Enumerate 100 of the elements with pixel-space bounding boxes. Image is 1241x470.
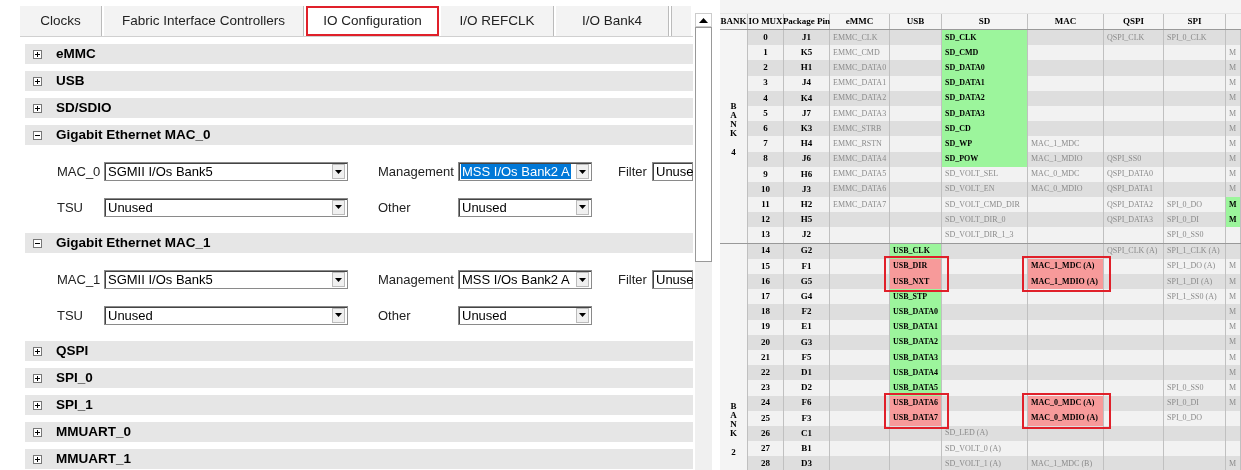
- mux-cell: 9: [748, 166, 784, 182]
- section-header[interactable]: QSPI: [25, 341, 693, 361]
- mux-cell: 25: [748, 410, 784, 426]
- table-cell-text: M: [1228, 92, 1238, 105]
- dropdown-field[interactable]: Unused: [104, 305, 348, 325]
- pin-cell: E1: [784, 319, 830, 335]
- tab[interactable]: I/O Bank4: [556, 6, 669, 36]
- pin-cell: F3: [784, 410, 830, 426]
- up-arrow-icon: [699, 17, 708, 23]
- bank-number: 2: [731, 445, 736, 459]
- mux-cell: 2: [748, 60, 784, 76]
- dropdown-field[interactable]: MSS I/Os Bank2 A: [458, 270, 592, 290]
- expand-icon: [33, 454, 42, 464]
- table-cell: SD_DATA0: [942, 60, 1027, 76]
- dropdown-field[interactable]: SGMII I/Os Bank5: [104, 270, 348, 290]
- dropdown-field[interactable]: SGMII I/Os Bank5: [104, 162, 348, 182]
- table-cell-text: M: [1228, 46, 1238, 59]
- collapse-icon: [33, 130, 42, 140]
- table-cell-text: MAC_1_MDIO: [1030, 153, 1084, 166]
- field-label: Management: [378, 271, 455, 289]
- dropdown-field[interactable]: MSS I/Os Bank2 A: [458, 162, 592, 182]
- pin-cell: H6: [784, 166, 830, 182]
- bank-number: 4: [731, 145, 736, 159]
- field-label: Filter: [618, 163, 648, 181]
- section-header[interactable]: SPI_1: [25, 395, 693, 415]
- table-cell-text: M: [1228, 183, 1238, 196]
- table-cell-text: MAC_0_MDIO: [1030, 183, 1084, 196]
- table-cell-text: SD_VOLT_SEL: [944, 168, 1000, 181]
- expand-icon: [33, 373, 42, 383]
- field-label: TSU: [57, 198, 84, 217]
- section-header[interactable]: eMMC: [25, 44, 693, 64]
- table-cell-text: M: [1228, 137, 1238, 150]
- scrollbar[interactable]: [695, 13, 712, 470]
- table-cell: SD_CD: [942, 121, 1027, 137]
- table-cell-text: SPI_0_SS0: [1166, 381, 1205, 394]
- pin-cell: D2: [784, 380, 830, 396]
- dropdown-field[interactable]: Unused: [458, 197, 592, 217]
- section-header[interactable]: SPI_0: [25, 368, 693, 388]
- pin-cell: F6: [784, 395, 830, 411]
- pin-cell: J2: [784, 227, 830, 243]
- pin-cell: G3: [784, 334, 830, 350]
- table-cell-text: SD_LED (A): [944, 427, 989, 440]
- table-cell-text: EMMC_CLK: [832, 31, 879, 44]
- tab[interactable]: I/O REFCLK: [441, 6, 554, 36]
- field-label: Other: [378, 198, 412, 217]
- tab[interactable]: Fabric Interface Controllers: [104, 6, 304, 36]
- field-label: Other: [378, 306, 412, 325]
- dropdown-field[interactable]: Unused: [104, 197, 348, 217]
- table-cell: USB_DATA0: [890, 304, 941, 320]
- table-cell-text: SD_VOLT_DIR_0: [944, 213, 1007, 226]
- table-cell-text: EMMC_DATA3: [832, 107, 888, 120]
- dropdown-field[interactable]: Unused: [458, 305, 592, 325]
- table-cell-text: M: [1228, 153, 1238, 166]
- section-header[interactable]: Gigabit Ethernet MAC_1: [25, 233, 693, 253]
- section-header[interactable]: SD/SDIO: [25, 98, 693, 118]
- section-header[interactable]: USB: [25, 71, 693, 91]
- collapse-icon: [33, 238, 42, 248]
- table-cell-text: EMMC_RSTN: [832, 137, 883, 150]
- scroll-thumb[interactable]: [695, 27, 712, 262]
- expand-icon: [33, 49, 42, 59]
- dropdown-field[interactable]: Unuse: [652, 162, 693, 182]
- expand-icon: [33, 103, 42, 113]
- section-header[interactable]: MMUART_1: [25, 449, 693, 469]
- field-label: MAC_1: [57, 271, 102, 289]
- mux-cell: 8: [748, 151, 784, 167]
- table-cell-text: EMMC_DATA0: [832, 61, 888, 74]
- tab[interactable]: IO Configuration: [306, 6, 439, 36]
- mux-cell: 23: [748, 380, 784, 396]
- table-cell-text: QSPI_DATA1: [1106, 183, 1155, 196]
- table-cell: SD_CLK: [942, 30, 1027, 46]
- table-cell-text: MAC_0_MDC: [1030, 168, 1081, 181]
- column-header: IO MUX: [748, 14, 784, 29]
- scroll-up-button[interactable]: [695, 13, 712, 27]
- table-cell-text: QSPI_CLK: [1106, 31, 1146, 44]
- table-cell-text: M: [1228, 275, 1238, 288]
- table-cell-text: M: [1228, 366, 1238, 379]
- mux-cell: 20: [748, 334, 784, 350]
- field-label: Management: [378, 163, 455, 181]
- pin-cell: J6: [784, 151, 830, 167]
- column-header: BANK: [720, 14, 748, 29]
- mux-cell: 14: [748, 243, 784, 259]
- table-cell-text: EMMC_DATA4: [832, 153, 888, 166]
- expand-icon: [33, 76, 42, 86]
- section-header[interactable]: MMUART_0: [25, 422, 693, 442]
- table-cell-text: SPI_1_DO (A): [1166, 260, 1217, 273]
- mux-cell: 28: [748, 456, 784, 470]
- dropdown-field[interactable]: Unuse: [652, 270, 693, 290]
- tab[interactable]: Clocks: [20, 6, 102, 36]
- table-cell-text: M: [1228, 457, 1238, 470]
- table-cell: SD_WP: [942, 136, 1027, 152]
- column-header: Package Pin: [784, 14, 830, 29]
- table-cell-text: QSPI_DATA3: [1106, 213, 1155, 226]
- table-cell-text: SD_VOLT_0 (A): [944, 442, 1002, 455]
- table-cell: SD_CMD: [942, 45, 1027, 61]
- table-cell: USB_NXT: [890, 274, 941, 290]
- table-cell-text: M: [1228, 107, 1238, 120]
- section-header[interactable]: Gigabit Ethernet MAC_0: [25, 125, 693, 145]
- bank-label: BANK: [729, 401, 738, 438]
- field-label: TSU: [57, 306, 84, 325]
- column-header: SD: [942, 14, 1028, 29]
